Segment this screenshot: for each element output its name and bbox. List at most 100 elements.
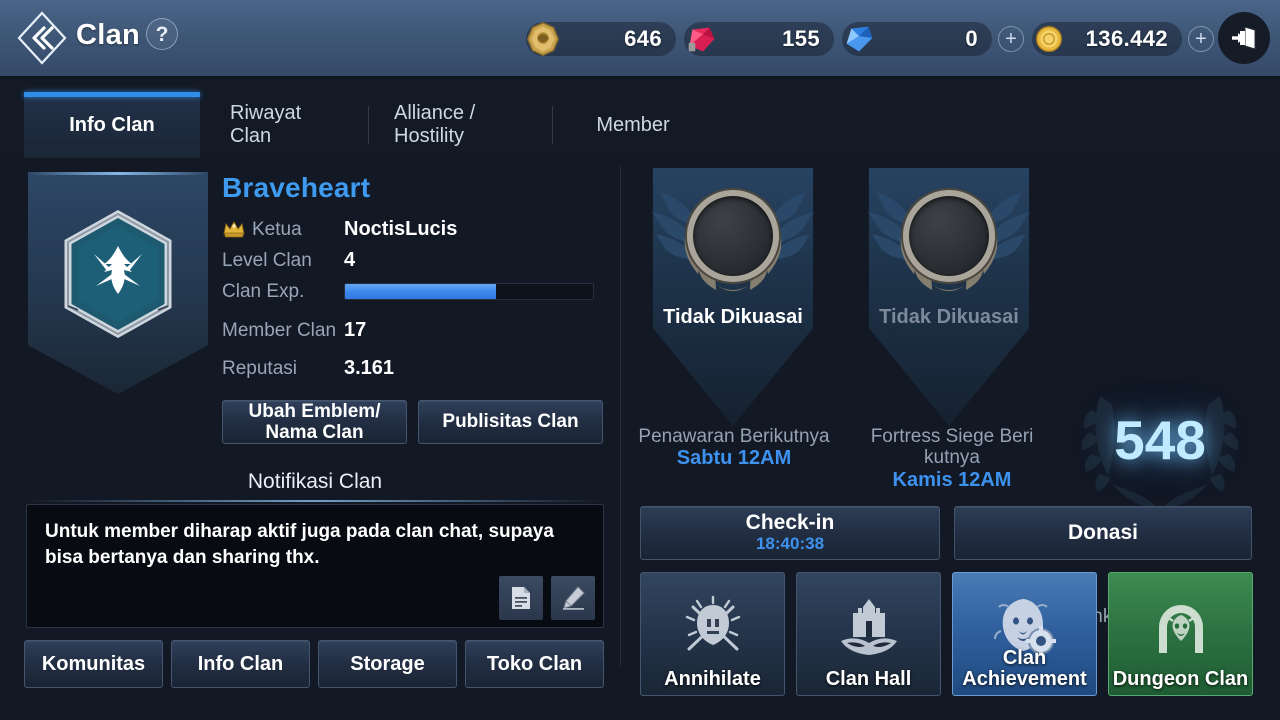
edit-notification-button[interactable] <box>551 576 595 620</box>
clan-name: Braveheart <box>222 172 371 203</box>
komunitas-button[interactable]: Komunitas <box>24 640 163 688</box>
publicity-button[interactable]: Publisitas Clan <box>418 400 603 444</box>
tab-bar: Info Clan Riwayat Clan Alliance / Hostil… <box>0 78 1280 158</box>
checkin-button[interactable]: Check-in 18:40:38 <box>640 506 940 560</box>
clan-level-label: Level Clan <box>222 249 312 271</box>
storage-button[interactable]: Storage <box>318 640 457 688</box>
currency-value: 136.442 <box>1085 26 1168 51</box>
clan-member-row: Member Clan 17 <box>222 307 612 353</box>
helmet-swords-icon <box>685 595 740 651</box>
tile-clan-achievement[interactable]: Clan Achievement <box>952 572 1097 696</box>
donate-label: Donasi <box>1067 520 1138 544</box>
tile-dungeon-clan[interactable]: Dungeon Clan <box>1108 572 1253 696</box>
territory-caption-text: Penawaran Berikutnya <box>638 426 830 447</box>
add-diamond-button[interactable]: + <box>998 26 1024 52</box>
territory-medallion <box>687 190 779 282</box>
copy-notification-button[interactable] <box>499 576 543 620</box>
territory-medallion <box>903 190 995 282</box>
currency-value: 0 <box>965 26 978 51</box>
tab-divider <box>368 106 369 144</box>
territory-status: Tidak Dikuasai <box>663 306 803 328</box>
tile-label: Dungeon Clan <box>1112 667 1249 690</box>
notification-title: Notifikasi Clan <box>26 470 604 502</box>
tab-info-clan[interactable]: Info Clan <box>24 92 200 158</box>
territory-card-1[interactable]: Tidak Dikuasai <box>642 168 824 426</box>
notification-text: Untuk member diharap aktif juga pada cla… <box>45 521 554 568</box>
currency-red-gem[interactable]: 155 <box>684 22 834 56</box>
blue-diamond-icon <box>846 26 873 52</box>
tab-member[interactable]: Member <box>558 92 708 158</box>
top-header: Clan ? 646 155 0 + 136.442 + <box>0 0 1280 78</box>
exit-door-icon <box>1232 26 1256 50</box>
currency-bar: 646 155 0 + 136.442 + <box>526 0 1222 78</box>
red-gem-icon <box>688 27 715 52</box>
clan-member-label: Member Clan <box>222 319 337 341</box>
territory-card-2[interactable]: Tidak Dikuasai <box>858 168 1040 426</box>
currency-value: 155 <box>782 26 820 51</box>
notification-box: Untuk member diharap aktif juga pada cla… <box>26 504 604 628</box>
clan-eagle-emblem-icon <box>64 210 172 338</box>
clan-screen: Clan ? 646 155 0 + 136.442 + Info Clan R… <box>0 0 1280 720</box>
info-clan-button[interactable]: Info Clan <box>171 640 310 688</box>
clan-leader-value: NoctisLucis <box>344 218 458 240</box>
main-content: Braveheart Ketua NoctisLucis Level Clan … <box>0 158 1280 720</box>
pencil-icon <box>563 586 585 610</box>
clan-emblem[interactable] <box>28 172 208 394</box>
tile-label: Clan Achievement <box>962 647 1087 690</box>
plus-icon: + <box>1195 28 1207 50</box>
tab-label: Alliance / Hostility <box>394 102 476 147</box>
tab-label: Info Clan <box>69 113 155 136</box>
tile-label: Annihilate <box>664 667 761 690</box>
back-button[interactable] <box>16 10 68 66</box>
plus-icon: + <box>1005 28 1017 50</box>
gold-crown-icon <box>223 221 245 238</box>
clan-exp-label: Clan Exp. <box>222 280 305 302</box>
currency-gold-coin[interactable]: 136.442 <box>1032 22 1182 56</box>
tab-label: Member <box>596 113 670 136</box>
clan-exp-bar <box>344 283 594 300</box>
checkin-timer: 18:40:38 <box>755 533 825 553</box>
checkin-label: Check-in <box>745 510 835 534</box>
lion-medallion-icon <box>526 22 560 56</box>
clan-level-value: 4 <box>344 249 356 271</box>
tab-label: Riwayat Clan <box>230 102 302 147</box>
currency-lion-medallion[interactable]: 646 <box>526 22 676 56</box>
tile-annihilate[interactable]: Annihilate <box>640 572 785 696</box>
territory-time: Sabtu 12AM <box>676 447 792 470</box>
clan-reputation-label: Reputasi <box>222 357 297 379</box>
notification-actions <box>499 576 595 620</box>
clan-leader-row: Ketua NoctisLucis <box>222 214 612 245</box>
tile-label: Clan Hall <box>825 667 912 690</box>
clan-level-row: Level Clan 4 <box>222 245 612 276</box>
territory-caption-1: Penawaran Berikutnya Sabtu 12AM <box>628 426 840 470</box>
add-gold-button[interactable]: + <box>1188 26 1214 52</box>
double-chevron-left-icon <box>17 11 67 65</box>
clan-exp-row: Clan Exp. <box>222 276 612 307</box>
help-button[interactable]: ? <box>146 18 178 50</box>
panel-divider <box>620 166 621 666</box>
donate-button[interactable]: Donasi <box>954 506 1252 560</box>
toko-clan-button[interactable]: Toko Clan <box>465 640 604 688</box>
territory-caption-text: Fortress Siege Beri kutnya <box>870 426 1034 469</box>
clan-info-rows: Ketua NoctisLucis Level Clan 4 Clan Exp.… <box>222 214 612 384</box>
clan-reputation-row: Reputasi 3.161 <box>222 353 612 384</box>
clan-exp-fill <box>345 284 497 299</box>
tab-divider <box>552 106 553 144</box>
edit-emblem-button[interactable]: Ubah Emblem/ Nama Clan <box>222 400 407 444</box>
territory-caption-2: Fortress Siege Beri kutnya Kamis 12AM <box>846 426 1058 491</box>
exit-button[interactable] <box>1218 12 1270 64</box>
tile-clan-hall[interactable]: Clan Hall <box>796 572 941 696</box>
castle-icon <box>840 599 897 655</box>
currency-blue-diamond[interactable]: 0 <box>842 22 992 56</box>
territory-time: Kamis 12AM <box>892 468 1012 491</box>
tab-riwayat-clan[interactable]: Riwayat Clan <box>208 92 364 158</box>
tab-alliance-hostility[interactable]: Alliance / Hostility <box>372 92 548 158</box>
clan-leader-label-text: Ketua <box>252 219 302 241</box>
currency-value: 646 <box>624 26 662 51</box>
territory-status: Tidak Dikuasai <box>879 306 1019 328</box>
gold-coin-icon <box>1035 25 1063 53</box>
clan-reputation-value: 3.161 <box>344 357 395 379</box>
help-label: ? <box>155 22 169 46</box>
page-title: Clan <box>76 19 141 51</box>
clan-leader-label: Ketua <box>222 219 344 240</box>
